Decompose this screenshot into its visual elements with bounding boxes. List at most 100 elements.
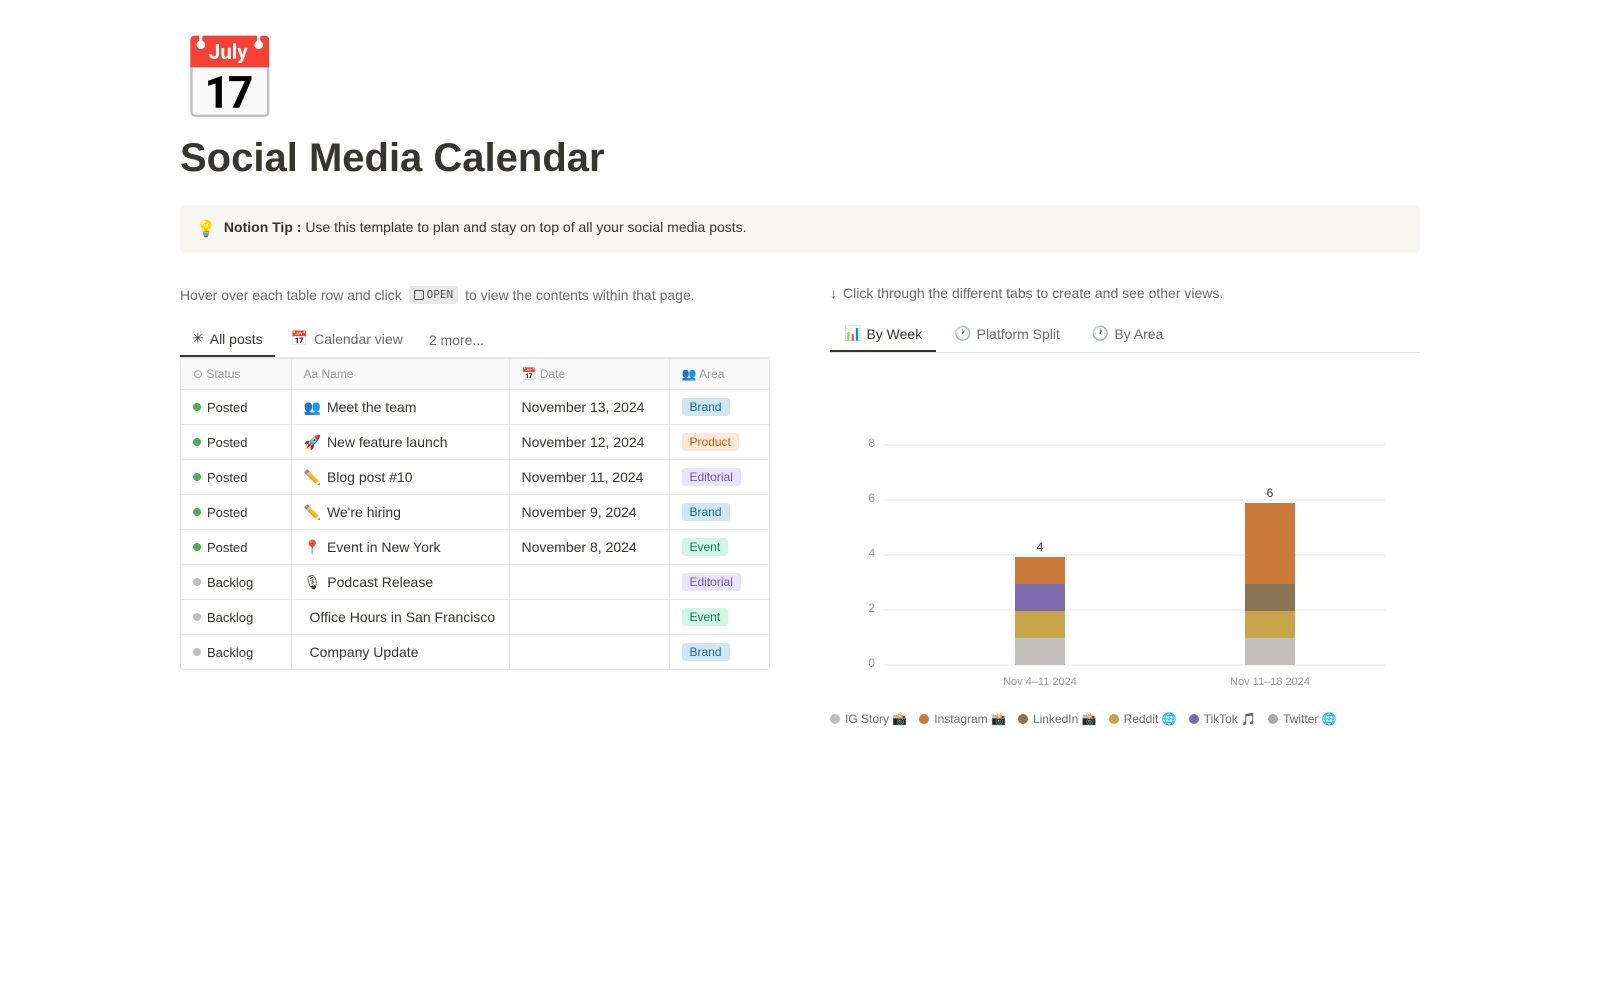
table-row[interactable]: Posted ✏️ We're hiring November 9, 2024 … <box>181 495 769 530</box>
by-area-icon: 🕐 <box>1092 325 1109 342</box>
bar-nov4-tiktok <box>1015 584 1065 611</box>
cell-name-7: Company Update <box>291 635 509 670</box>
chart-tab-by-week[interactable]: 📊 By Week <box>830 317 936 352</box>
chart-tab-by-area[interactable]: 🕐 By Area <box>1078 317 1177 352</box>
status-text-5: Backlog <box>207 575 253 590</box>
cell-date-4: November 8, 2024 <box>509 530 669 565</box>
legend-label-twitter: Twitter 🌐 <box>1283 712 1337 726</box>
cell-area-4: Event <box>669 530 769 565</box>
cell-area-3: Brand <box>669 495 769 530</box>
area-badge-4: Event <box>682 538 729 556</box>
area-badge-1: Product <box>682 433 739 451</box>
cell-area-0: Brand <box>669 390 769 425</box>
cell-area-6: Event <box>669 600 769 635</box>
row-name-5: Podcast Release <box>327 574 433 590</box>
table-row[interactable]: Posted ✏️ Blog post #10 November 11, 202… <box>181 460 769 495</box>
cell-area-7: Brand <box>669 635 769 670</box>
row-name-2: Blog post #10 <box>327 469 413 485</box>
cell-name-0: 👥 Meet the team <box>291 390 509 425</box>
cell-status-7: Backlog <box>181 635 291 670</box>
row-emoji-2: ✏️ <box>304 469 321 486</box>
chart-tab-platform-split[interactable]: 🕐 Platform Split <box>940 317 1074 352</box>
bar-chart-svg: 0 2 4 6 8 <box>830 377 1420 697</box>
area-badge-5: Editorial <box>682 573 741 591</box>
legend-twitter: Twitter 🌐 <box>1268 712 1337 726</box>
tab-calendar-view[interactable]: 📅 Calendar view <box>279 322 415 357</box>
header-area: 👥 Area <box>669 359 769 390</box>
area-badge-3: Brand <box>682 503 730 521</box>
left-instruction: Hover over each table row and click OPEN… <box>180 285 770 306</box>
area-badge-2: Editorial <box>682 468 741 486</box>
notion-tip-banner: 💡 Notion Tip : Use this template to plan… <box>180 205 1420 253</box>
cell-date-1: November 12, 2024 <box>509 425 669 460</box>
table-row[interactable]: Posted 🚀 New feature launch November 12,… <box>181 425 769 460</box>
name-col-icon: Aa <box>304 367 322 381</box>
table-row[interactable]: Posted 👥 Meet the team November 13, 2024… <box>181 390 769 425</box>
cell-area-1: Product <box>669 425 769 460</box>
bar-nov11-reddit <box>1245 611 1295 638</box>
cell-status-5: Backlog <box>181 565 291 600</box>
right-instruction-arrow: ↓ <box>830 285 837 301</box>
row-name-7: Company Update <box>310 644 419 660</box>
bar-nov4-igstory <box>1015 638 1065 665</box>
open-badge: OPEN <box>409 286 459 305</box>
status-text-0: Posted <box>207 400 247 415</box>
cell-name-4: 📍 Event in New York <box>291 530 509 565</box>
legend-dot-instagram <box>919 714 929 724</box>
label-nov4-total: 4 <box>1037 540 1044 554</box>
status-text-4: Posted <box>207 540 247 555</box>
legend-label-ig-story: IG Story 📸 <box>845 712 907 726</box>
chart-legend: IG Story 📸 Instagram 📸 LinkedIn 📸 Reddit… <box>830 712 1420 726</box>
table-row[interactable]: Backlog Office Hours in San Francisco Ev… <box>181 600 769 635</box>
bar-nov11-instagram <box>1245 503 1295 584</box>
row-name-1: New feature launch <box>327 434 448 450</box>
legend-label-tiktok: TikTok 🎵 <box>1204 712 1257 726</box>
legend-dot-tiktok <box>1189 714 1199 724</box>
cell-date-0: November 13, 2024 <box>509 390 669 425</box>
y-label-6: 6 <box>868 491 875 505</box>
row-name-0: Meet the team <box>327 399 417 415</box>
legend-dot-reddit <box>1109 714 1119 724</box>
tip-icon: 💡 <box>196 219 216 239</box>
right-instruction-text: Click through the different tabs to crea… <box>843 285 1223 301</box>
bar-nov4-reddit <box>1015 611 1065 638</box>
status-dot-7 <box>193 648 201 656</box>
cell-name-1: 🚀 New feature launch <box>291 425 509 460</box>
cell-area-5: Editorial <box>669 565 769 600</box>
y-label-8: 8 <box>868 436 875 450</box>
tab-all-posts-label: All posts <box>210 331 263 347</box>
tab-all-posts[interactable]: ✳ All posts <box>180 322 275 357</box>
right-instruction: ↓ Click through the different tabs to cr… <box>830 285 1420 301</box>
cell-date-6 <box>509 600 669 635</box>
page-container: 📅 Social Media Calendar 💡 Notion Tip : U… <box>100 0 1500 774</box>
row-emoji-1: 🚀 <box>304 434 321 451</box>
table-row[interactable]: Backlog Company Update Brand <box>181 635 769 670</box>
legend-dot-ig-story <box>830 714 840 724</box>
status-text-7: Backlog <box>207 645 253 660</box>
status-dot-3 <box>193 508 201 516</box>
cell-status-1: Posted <box>181 425 291 460</box>
tip-label: Notion Tip : <box>224 219 302 235</box>
table-row[interactable]: Posted 📍 Event in New York November 8, 2… <box>181 530 769 565</box>
status-text-6: Backlog <box>207 610 253 625</box>
status-dot-6 <box>193 613 201 621</box>
cell-name-6: Office Hours in San Francisco <box>291 600 509 635</box>
bar-nov4-instagram <box>1015 557 1065 584</box>
legend-dot-linkedin <box>1018 714 1028 724</box>
row-name-4: Event in New York <box>327 539 441 555</box>
area-col-icon: 👥 <box>682 367 700 381</box>
more-tabs-button[interactable]: 2 more... <box>419 324 494 356</box>
chart-svg: 0 2 4 6 8 <box>830 377 1420 700</box>
legend-tiktok: TikTok 🎵 <box>1189 712 1257 726</box>
table-row[interactable]: Backlog 🎙 Podcast Release Editorial <box>181 565 769 600</box>
posts-table: ⊙ Status Aa Name 📅 Date <box>180 358 770 670</box>
status-dot-5 <box>193 578 201 586</box>
status-text-2: Posted <box>207 470 247 485</box>
all-posts-icon: ✳ <box>192 330 204 347</box>
status-dot-2 <box>193 473 201 481</box>
chart-container: 0 2 4 6 8 <box>830 369 1420 734</box>
cell-date-3: November 9, 2024 <box>509 495 669 530</box>
left-panel: Hover over each table row and click OPEN… <box>180 285 770 670</box>
open-badge-icon <box>414 290 424 300</box>
cell-date-5 <box>509 565 669 600</box>
